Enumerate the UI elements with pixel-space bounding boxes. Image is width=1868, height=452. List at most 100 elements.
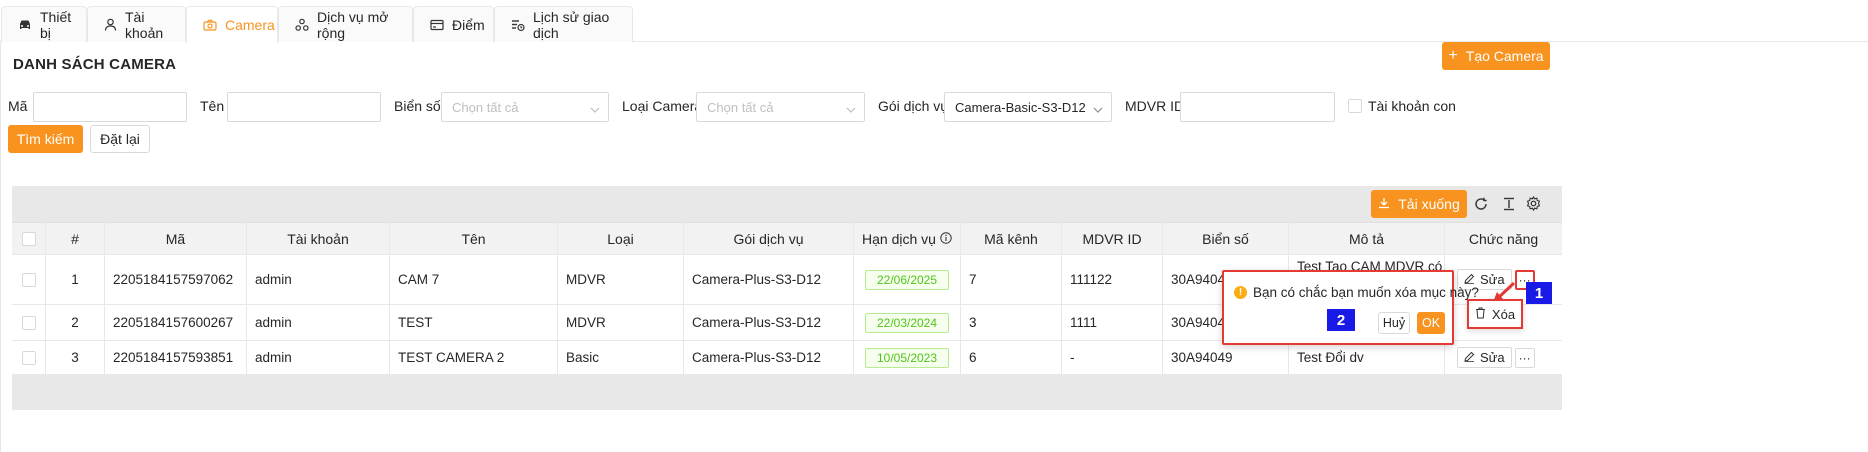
cell-bien-so: 30A94049	[1163, 341, 1289, 374]
select-all-cell	[12, 223, 46, 254]
header-han-label: Hạn dịch vụ	[862, 230, 936, 247]
delete-popconfirm: ! Bạn có chắc bạn muốn xóa mục này? 2 Hu…	[1222, 270, 1479, 345]
user-icon	[104, 18, 117, 32]
cell-kenh: 6	[961, 341, 1062, 374]
tab-label: Dịch vụ mở rộng	[317, 8, 389, 41]
car-icon	[18, 18, 32, 32]
sub-account-checkbox[interactable]	[1348, 99, 1362, 113]
row-checkbox[interactable]	[21, 272, 36, 287]
create-camera-button[interactable]: + Tạo Camera	[1442, 42, 1550, 70]
cell-ma: 2205184157597062	[105, 255, 247, 304]
tab-camera[interactable]: Camera	[186, 6, 278, 43]
cell-no: 3	[46, 341, 105, 374]
cell-goi: Camera-Plus-S3-D12	[684, 341, 854, 374]
card-icon	[430, 18, 444, 32]
trash-icon	[1475, 307, 1486, 322]
ten-input[interactable]	[227, 92, 381, 122]
reset-label: Đặt lại	[100, 131, 140, 147]
popconfirm-message: Bạn có chắc bạn muốn xóa mục này?	[1253, 285, 1479, 300]
step-badge-1: 1	[1526, 282, 1552, 304]
info-icon	[940, 231, 952, 247]
more-button[interactable]: ···	[1514, 347, 1535, 368]
cell-loai: MDVR	[558, 305, 684, 340]
cancel-button[interactable]: Huỷ	[1378, 312, 1410, 334]
header-no: #	[46, 223, 105, 254]
search-button[interactable]: Tìm kiếm	[8, 125, 83, 153]
chevron-down-icon	[590, 102, 600, 117]
tab-label: Camera	[225, 17, 275, 33]
ok-button[interactable]: OK	[1417, 312, 1445, 334]
date-badge: 22/03/2024	[865, 312, 949, 333]
loai-camera-select[interactable]: Chọn tất cả	[696, 92, 865, 122]
header-goi-dich-vu: Gói dịch vụ	[684, 223, 854, 254]
cell-han: 22/03/2024	[854, 305, 961, 340]
header-chuc-nang: Chức năng	[1468, 230, 1539, 247]
cell-no: 1	[46, 255, 105, 304]
mdvr-input[interactable]	[1180, 92, 1335, 122]
tab-diem[interactable]: Điểm	[413, 6, 494, 42]
goi-dich-vu-select[interactable]: Camera-Basic-S3-D12	[944, 92, 1112, 122]
row-checkbox-cell	[12, 255, 46, 304]
settings-icon[interactable]	[1526, 195, 1541, 214]
services-icon	[295, 18, 309, 32]
bien-so-select[interactable]: Chọn tất cả	[441, 92, 609, 122]
tab-dich-vu-mo-rong[interactable]: Dịch vụ mở rộng	[278, 6, 413, 42]
header-han-dich-vu: Hạn dịch vụ	[854, 223, 961, 254]
header-mdvr-id: MDVR ID	[1062, 223, 1163, 254]
loai-placeholder: Chọn tất cả	[707, 99, 774, 115]
edit-button[interactable]: Sửa	[1457, 347, 1512, 368]
reload-icon[interactable]	[1474, 197, 1488, 214]
filter-ten-label: Tên	[200, 98, 225, 114]
cell-loai: MDVR	[558, 255, 684, 304]
cell-goi: Camera-Plus-S3-D12	[684, 255, 854, 304]
header-loai: Loại	[558, 223, 684, 254]
create-camera-label: Tạo Camera	[1465, 48, 1544, 64]
download-icon	[1378, 196, 1390, 212]
tab-bar: Thiết bị Tài khoản Camera Dịch vụ mở rộn…	[0, 0, 1868, 43]
cell-han: 10/05/2023	[854, 341, 961, 374]
cell-goi: Camera-Plus-S3-D12	[684, 305, 854, 340]
row-checkbox[interactable]	[21, 315, 36, 330]
plus-icon: +	[1448, 47, 1458, 64]
cell-account: admin	[247, 305, 390, 340]
bien-so-placeholder: Chọn tất cả	[452, 99, 519, 115]
filter-loai-label: Loại Camera	[622, 98, 703, 114]
tab-tai-khoan[interactable]: Tài khoản	[87, 6, 186, 42]
cell-ten: CAM 7	[390, 255, 558, 304]
step-badge-2: 2	[1327, 309, 1355, 331]
cell-kenh: 3	[961, 305, 1062, 340]
tab-label: Lịch sử giao dịch	[533, 8, 610, 41]
cell-ma: 2205184157600267	[105, 305, 247, 340]
chevron-down-icon	[846, 102, 856, 117]
tab-thiet-bi[interactable]: Thiết bị	[1, 6, 87, 42]
header-tai-khoan: Tài khoản	[247, 223, 390, 254]
search-label: Tìm kiếm	[16, 131, 75, 147]
date-badge: 22/06/2025	[865, 269, 949, 290]
header-ma: Mã	[105, 223, 247, 254]
page-title: DANH SÁCH CAMERA	[13, 56, 177, 73]
sub-account-label: Tài khoản con	[1368, 98, 1456, 114]
tab-label: Thiết bị	[40, 8, 72, 41]
column-height-icon[interactable]	[1502, 197, 1516, 214]
cell-no: 2	[46, 305, 105, 340]
cell-ten: TEST	[390, 305, 558, 340]
tab-lich-su-giao-dich[interactable]: Lịch sử giao dịch	[494, 6, 633, 42]
chevron-down-icon	[1093, 102, 1103, 117]
cell-mdvr: 111122	[1062, 255, 1163, 304]
cell-mdvr: -	[1062, 341, 1163, 374]
download-button[interactable]: Tải xuống	[1371, 190, 1467, 218]
cell-mdvr: 1111	[1062, 305, 1163, 340]
date-badge: 10/05/2023	[865, 347, 949, 368]
row-checkbox-cell	[12, 305, 46, 340]
cell-ma: 2205184157593851	[105, 341, 247, 374]
cell-kenh: 7	[961, 255, 1062, 304]
tab-label: Điểm	[452, 16, 485, 33]
ma-input[interactable]	[33, 92, 187, 122]
cell-mo-ta: Test Đổi dv	[1289, 341, 1445, 374]
select-all-checkbox[interactable]	[21, 231, 36, 246]
reset-button[interactable]: Đặt lại	[90, 125, 150, 153]
edit-label: Sửa	[1480, 350, 1505, 365]
row-checkbox[interactable]	[21, 350, 36, 365]
delete-menu-item[interactable]: Xóa	[1467, 299, 1523, 329]
header-ma-kenh: Mã kênh	[961, 223, 1062, 254]
